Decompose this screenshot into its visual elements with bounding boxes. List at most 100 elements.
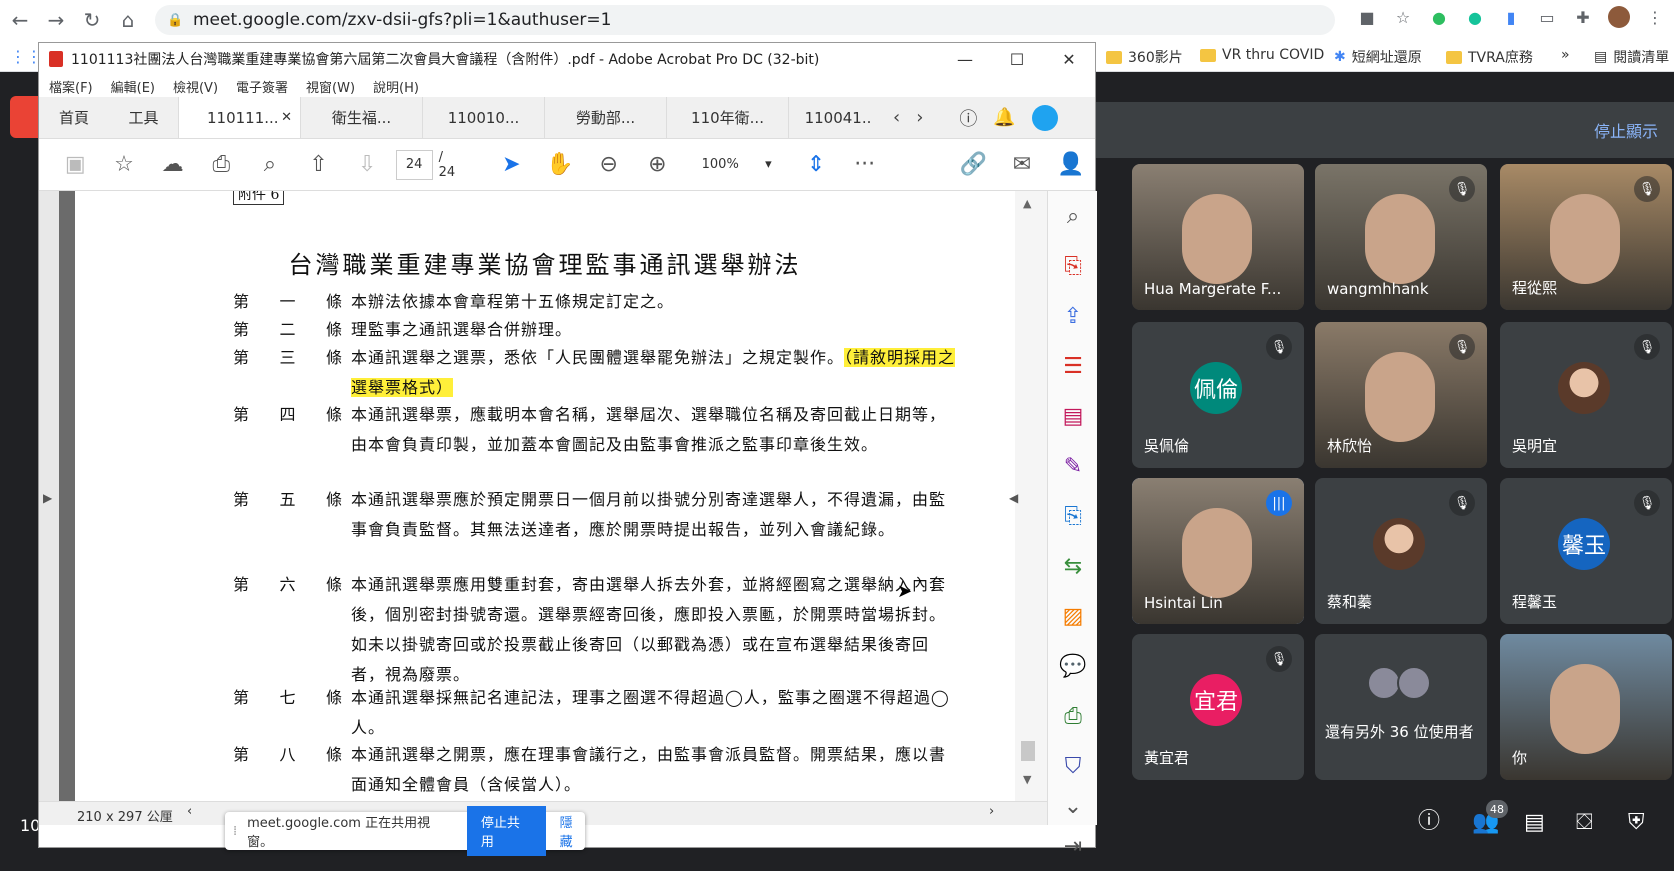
menu-edit[interactable]: 編輯(E) bbox=[111, 77, 155, 96]
bookmark-tvra[interactable]: TVRA庶務 bbox=[1446, 47, 1533, 67]
cast-icon[interactable]: ▭ bbox=[1536, 6, 1558, 28]
menu-view[interactable]: 檢視(V) bbox=[173, 77, 218, 96]
zoom-in-icon[interactable]: ⊕ bbox=[633, 145, 682, 185]
stop-sharing-button[interactable]: 停止共用 bbox=[466, 806, 546, 856]
organize-pages-icon[interactable]: ☰ bbox=[1048, 341, 1098, 391]
meeting-info-icon[interactable]: ⓘ bbox=[1418, 803, 1440, 835]
back-icon[interactable]: ← bbox=[4, 4, 36, 36]
menu-window[interactable]: 視窗(W) bbox=[306, 77, 355, 96]
participant-tile[interactable]: Hsintai Lin ||| bbox=[1132, 478, 1304, 624]
forward-icon[interactable]: → bbox=[40, 4, 72, 36]
select-cursor-icon[interactable]: ➤ bbox=[487, 145, 536, 185]
participant-tile[interactable]: 蔡和蓁 🎙 bbox=[1315, 478, 1487, 624]
share-link-icon[interactable]: 🔗 bbox=[949, 145, 998, 185]
bookmark-short-url[interactable]: ✱ 短網址還原 bbox=[1334, 47, 1422, 67]
cloud-upload-icon[interactable]: ☁ bbox=[148, 145, 197, 185]
page-number-input[interactable]: 24 bbox=[395, 149, 433, 180]
previous-page-icon[interactable]: ⇧ bbox=[294, 145, 343, 185]
menu-file[interactable]: 檔案(F) bbox=[49, 77, 93, 96]
print-production-icon[interactable]: ⎙ bbox=[1048, 691, 1098, 741]
participant-tile[interactable]: 佩倫 吳佩倫 🎙 bbox=[1132, 322, 1304, 468]
tab-document-6[interactable]: 110041.. bbox=[789, 97, 887, 138]
profile-avatar[interactable] bbox=[1608, 6, 1630, 28]
email-icon[interactable]: ✉ bbox=[998, 145, 1047, 185]
participant-tile[interactable]: 吳明宜 🎙 bbox=[1500, 322, 1672, 468]
stop-presenting-button[interactable]: 停止顯示 bbox=[1594, 118, 1658, 142]
bookmark-star-icon[interactable]: ☆ bbox=[100, 145, 149, 185]
fit-page-icon[interactable]: ⇕ bbox=[792, 145, 841, 185]
compress-pdf-icon[interactable]: ⇆ bbox=[1048, 541, 1098, 591]
help-icon[interactable]: ⓘ bbox=[959, 105, 977, 131]
participant-tile[interactable]: wangmhhank 🎙 bbox=[1315, 164, 1487, 310]
left-pane-toggle[interactable]: ▶ bbox=[39, 191, 59, 825]
hand-tool-icon[interactable]: ✋ bbox=[536, 145, 585, 185]
address-bar[interactable]: 🔒 meet.google.com/zxv-dsii-gfs?pli=1&aut… bbox=[155, 5, 1335, 35]
tab-scroll-left-icon[interactable]: ‹ bbox=[893, 107, 900, 128]
camera-icon[interactable]: ■ bbox=[1356, 6, 1378, 28]
scroll-up-icon[interactable]: ▲ bbox=[1023, 197, 1031, 210]
tab-scroll-right-icon[interactable]: › bbox=[916, 107, 923, 128]
tab-document-3[interactable]: 110010... bbox=[423, 97, 545, 138]
zoom-dropdown[interactable]: 100% ▾ bbox=[702, 157, 772, 172]
reload-icon[interactable]: ↻ bbox=[76, 4, 108, 36]
participant-tile[interactable]: 還有另外 36 位使用者 bbox=[1315, 634, 1487, 780]
drag-handle-icon[interactable]: ⁞ bbox=[233, 824, 237, 839]
more-tools-chevron-icon[interactable]: ⌄ bbox=[1048, 791, 1098, 821]
zoom-search-icon[interactable]: ⌕ bbox=[1048, 191, 1098, 241]
print-icon[interactable]: ⎙ bbox=[197, 145, 246, 185]
bookmark-360[interactable]: 360影片 bbox=[1106, 47, 1183, 67]
home-icon[interactable]: ⌂ bbox=[112, 4, 144, 36]
zoom-out-icon[interactable]: ⊖ bbox=[584, 145, 633, 185]
share-person-icon[interactable]: 👤 bbox=[1046, 145, 1095, 185]
bookmarks-overflow[interactable]: » bbox=[1561, 47, 1570, 63]
next-page-icon[interactable]: ⇩ bbox=[343, 145, 392, 185]
close-tab-icon[interactable]: ✕ bbox=[281, 110, 292, 125]
hscroll-left-icon[interactable]: ‹ bbox=[187, 804, 192, 819]
close-window-button[interactable]: ✕ bbox=[1043, 43, 1095, 75]
vertical-scrollbar[interactable]: ▲ ▼ ◀ bbox=[1009, 191, 1047, 825]
tab-document-4[interactable]: 勞動部... bbox=[545, 97, 667, 138]
collapse-right-pane-icon[interactable]: ◀ bbox=[1009, 491, 1018, 505]
participant-tile[interactable]: Hua Margerate F... bbox=[1132, 164, 1304, 310]
expand-left-pane-icon[interactable]: ▶ bbox=[43, 491, 52, 505]
bookmark-star-icon[interactable]: ☆ bbox=[1392, 6, 1414, 28]
tab-home[interactable]: 首頁 bbox=[39, 97, 109, 138]
host-controls-icon[interactable]: ⛨ bbox=[1628, 810, 1645, 835]
extensions-puzzle-icon[interactable]: ✚ bbox=[1572, 6, 1594, 28]
collapse-pane-icon[interactable]: ⇥ bbox=[1048, 821, 1098, 871]
account-avatar[interactable] bbox=[1031, 104, 1058, 131]
participant-tile[interactable]: 程從熙 🎙 bbox=[1500, 164, 1672, 310]
save-icon[interactable]: ▣ bbox=[51, 145, 100, 185]
tab-document-5[interactable]: 110年衛... bbox=[667, 97, 789, 138]
tab-tools[interactable]: 工具 bbox=[109, 97, 179, 138]
export-pdf-icon[interactable]: ⇪ bbox=[1048, 291, 1098, 341]
maximize-button[interactable]: ☐ bbox=[991, 43, 1043, 75]
menu-dots-icon[interactable]: ⋮ bbox=[1644, 6, 1666, 28]
comment-icon[interactable]: 💬 bbox=[1048, 641, 1098, 691]
hscroll-right-icon[interactable]: › bbox=[989, 804, 994, 819]
request-signature-icon[interactable]: ▨ bbox=[1048, 591, 1098, 641]
participant-tile[interactable]: 林欣怡 🎙 bbox=[1315, 322, 1487, 468]
grammarly-extension-icon[interactable]: ● bbox=[1464, 6, 1486, 28]
scrollbar-thumb[interactable] bbox=[1021, 741, 1035, 761]
create-pdf-icon[interactable]: ⎘ bbox=[1048, 241, 1098, 291]
hide-notice-button[interactable]: 隱藏 bbox=[560, 812, 585, 850]
evernote-extension-icon[interactable]: ● bbox=[1428, 6, 1450, 28]
more-tools-icon[interactable]: ··· bbox=[840, 145, 889, 185]
scroll-down-icon[interactable]: ▼ bbox=[1023, 773, 1031, 786]
tab-active-document[interactable]: 110111... ✕ bbox=[179, 97, 301, 138]
minimize-button[interactable]: — bbox=[939, 43, 991, 75]
participant-tile[interactable]: 馨玉 程馨玉 🎙 bbox=[1500, 478, 1672, 624]
chat-icon[interactable]: ▤ bbox=[1524, 810, 1545, 835]
docs-extension-icon[interactable]: ▮ bbox=[1500, 6, 1522, 28]
protect-icon[interactable]: ⛉ bbox=[1048, 741, 1098, 791]
activities-icon[interactable]: ⛋ bbox=[1576, 810, 1593, 835]
participant-tile[interactable]: 你 bbox=[1500, 634, 1672, 780]
reading-list[interactable]: ▤ 閱讀清單 bbox=[1594, 47, 1669, 67]
edit-pdf-icon[interactable]: ▤ bbox=[1048, 391, 1098, 441]
menu-help[interactable]: 說明(H) bbox=[373, 77, 419, 96]
fill-sign-icon[interactable]: ✎ bbox=[1048, 441, 1098, 491]
participant-tile[interactable]: 宜君 黃宜君 🎙 bbox=[1132, 634, 1304, 780]
bookmark-vr-covid[interactable]: VR thru COVID bbox=[1200, 47, 1324, 63]
find-magnifier-icon[interactable]: ⌕ bbox=[246, 145, 295, 185]
